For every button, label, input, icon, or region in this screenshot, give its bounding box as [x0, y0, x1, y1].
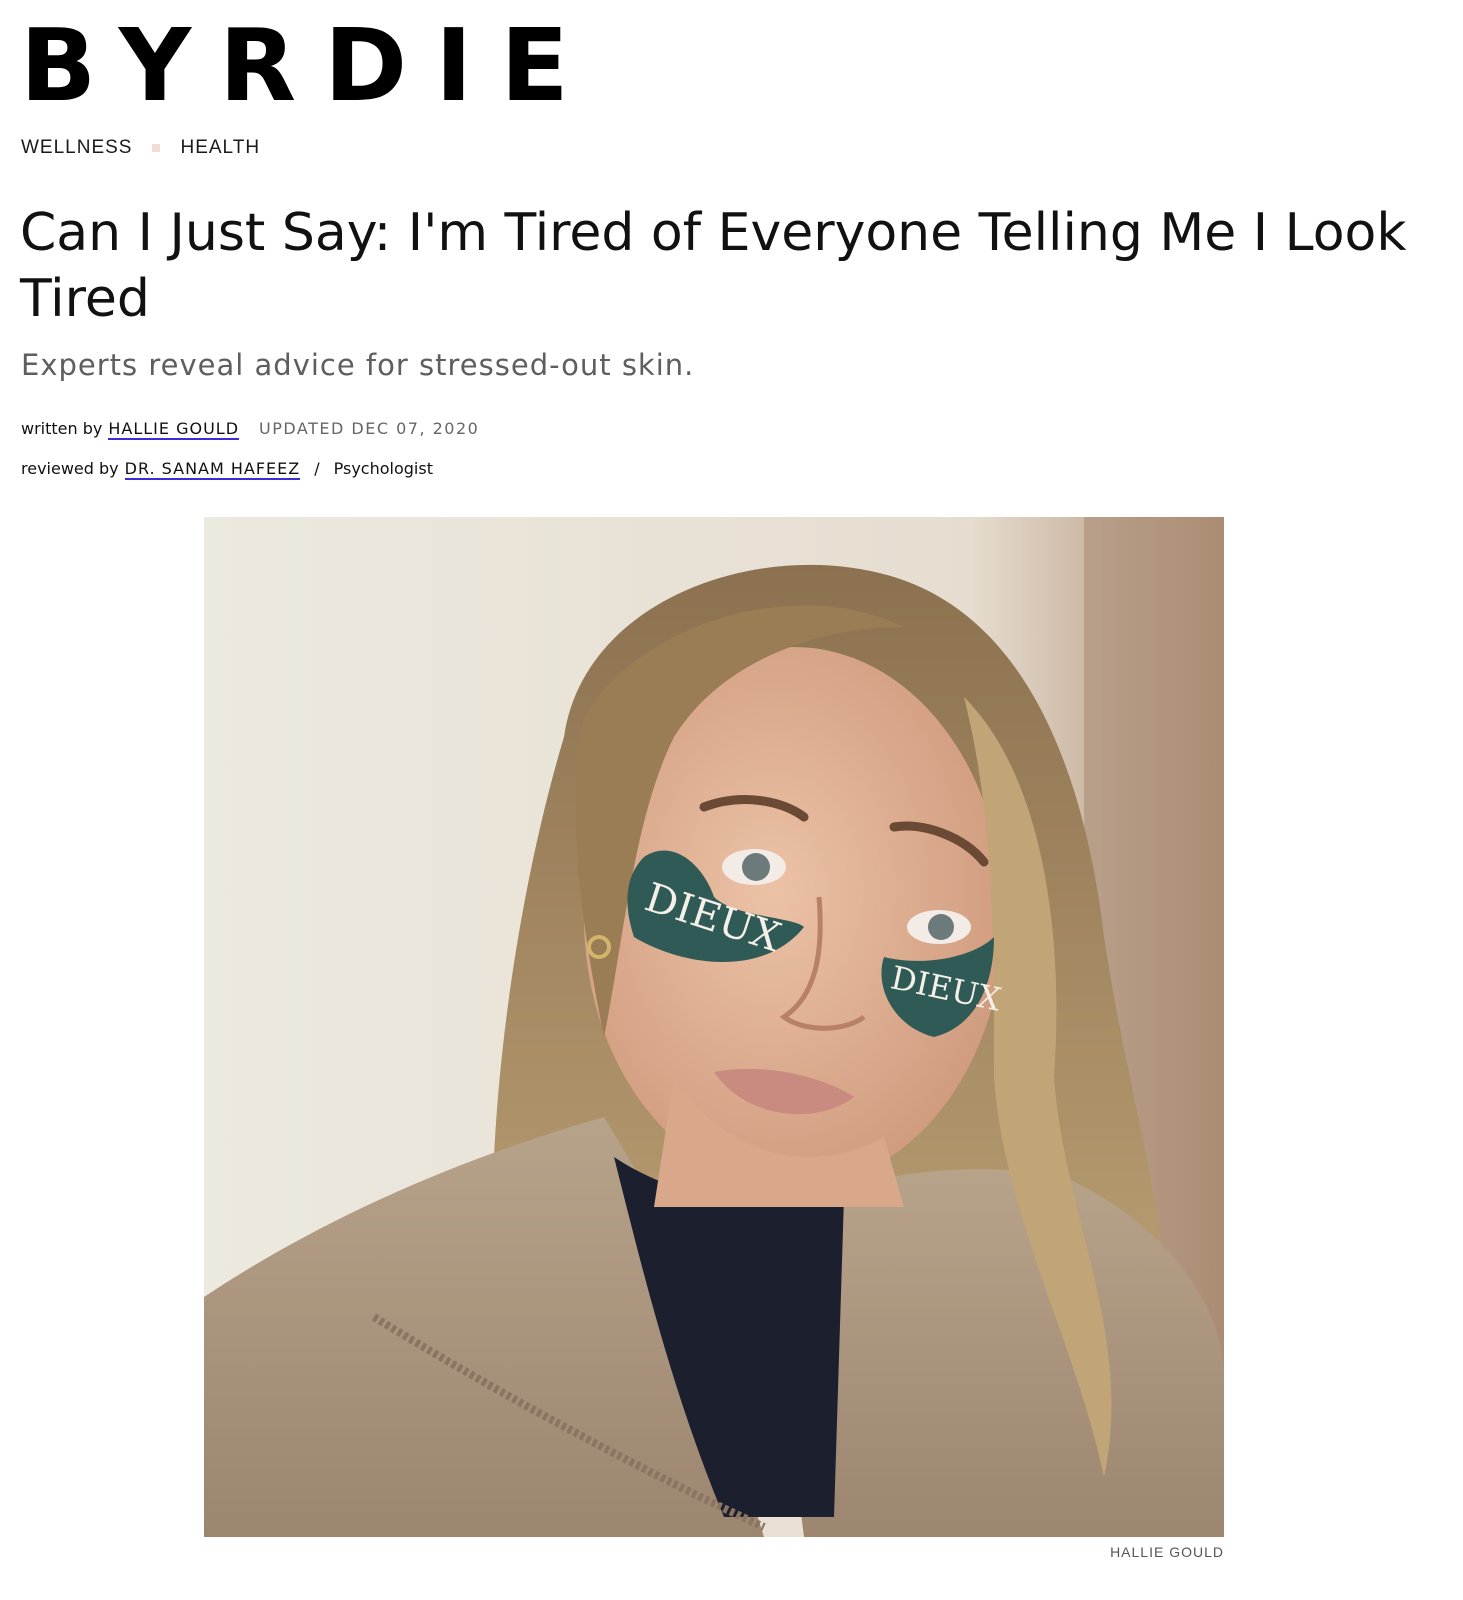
breadcrumb-separator [152, 144, 161, 152]
image-credit: HALLIE GOULD [1110, 1544, 1224, 1560]
hero-illustration: DIEUX DIEUX [204, 517, 1224, 1537]
updated-date: UPDATED DEC 07, 2020 [259, 419, 480, 438]
breadcrumb-wellness[interactable]: WELLNESS [21, 137, 132, 159]
article-title: Can I Just Say: I'm Tired of Everyone Te… [20, 203, 1407, 329]
reviewer-role: Psychologist [333, 459, 433, 478]
article-dek: Experts reveal advice for stressed-out s… [21, 348, 695, 382]
byline-separator: / [314, 459, 320, 478]
hero-image: DIEUX DIEUX [204, 517, 1224, 1537]
byline-written: written by HALLIE GOULD UPDATED DEC 07, … [21, 419, 479, 440]
reviewer-link[interactable]: DR. SANAM HAFEEZ [124, 459, 301, 480]
written-by-label: written by [21, 419, 103, 438]
site-logo[interactable]: BYRDIE [20, 16, 597, 116]
author-link[interactable]: HALLIE GOULD [108, 419, 240, 440]
breadcrumb: WELLNESS HEALTH [21, 137, 260, 159]
breadcrumb-health[interactable]: HEALTH [180, 137, 260, 159]
byline-reviewed: reviewed by DR. SANAM HAFEEZ / Psycholog… [21, 459, 433, 480]
reviewed-by-label: reviewed by [21, 459, 119, 478]
